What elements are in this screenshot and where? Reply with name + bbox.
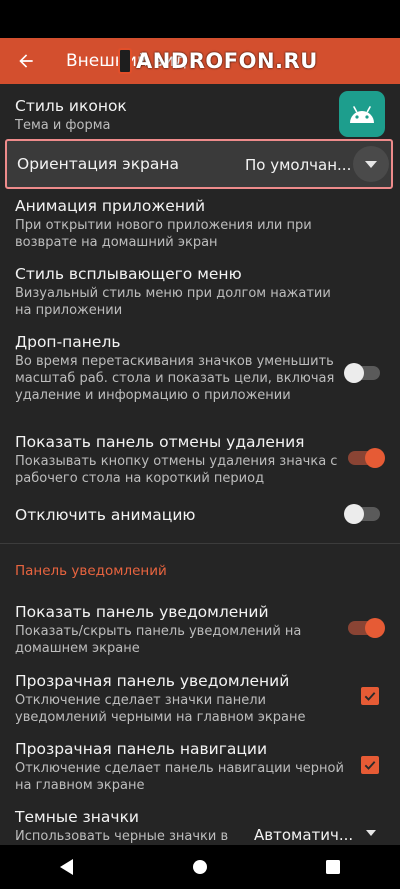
setting-undo-delete-panel[interactable]: Показать панель отмены удаления Показыва… [15, 432, 345, 487]
switch-knob [365, 618, 385, 638]
orientation-value[interactable]: По умолчан... [245, 156, 351, 174]
setting-subtitle: Во время перетаскивания значков уменьшит… [15, 354, 335, 403]
setting-title: Показать панель отмены удаления [15, 433, 305, 451]
switch-knob [365, 448, 385, 468]
arrow-back-icon [19, 54, 33, 68]
check-icon [364, 692, 376, 701]
section-header: Панель уведомлений [15, 563, 167, 579]
android-app-icon[interactable] [339, 91, 385, 137]
dropdown-arrow-icon [365, 160, 377, 168]
nav-home-button[interactable] [170, 845, 230, 889]
nav-recents-button[interactable] [303, 845, 363, 889]
navigation-bar [0, 845, 400, 889]
android-robot-icon [350, 106, 374, 123]
disable-animation-switch[interactable] [344, 504, 380, 524]
setting-subtitle: Тема и форма [15, 118, 111, 133]
setting-title: Стиль иконок [15, 97, 127, 115]
setting-app-animation[interactable]: Анимация приложений При открытии нового … [15, 196, 345, 251]
setting-subtitle: При открытии нового приложения или при в… [15, 218, 312, 250]
setting-popup-menu-style[interactable]: Стиль всплывающего меню Визуальный стиль… [15, 264, 345, 319]
setting-subtitle: Показывать кнопку отмены удаления значка… [15, 454, 338, 486]
setting-title: Показать панель уведомлений [15, 603, 269, 621]
watermark-text: ANDROFON.RU [136, 49, 318, 73]
back-triangle-icon [59, 859, 73, 875]
setting-transparent-navigation-panel[interactable]: Прозрачная панель навигации Отключение с… [15, 739, 345, 794]
notification-panel-switch[interactable] [348, 618, 385, 638]
screen-orientation-setting[interactable]: Ориентация экрана По умолчан... [5, 139, 393, 189]
setting-title: Прозрачная панель уведомлений [15, 672, 290, 690]
check-icon [364, 761, 376, 770]
nav-back-button[interactable] [37, 845, 97, 889]
setting-subtitle: Отключение сделает значки панели уведомл… [15, 693, 306, 725]
setting-show-notification-panel[interactable]: Показать панель уведомлений Показать/скр… [15, 602, 345, 657]
switch-knob [344, 363, 364, 383]
switch-knob [344, 504, 364, 524]
setting-title: Дроп-панель [15, 333, 121, 351]
home-circle-icon [192, 860, 207, 874]
setting-title: Анимация приложений [15, 197, 206, 215]
transparent-notification-checkbox[interactable] [361, 687, 379, 705]
setting-title: Стиль всплывающего меню [15, 265, 242, 283]
setting-disable-animation[interactable]: Отключить анимацию [15, 505, 345, 525]
dropdown-button[interactable] [353, 146, 389, 182]
drop-panel-switch[interactable] [344, 363, 380, 383]
setting-drop-panel[interactable]: Дроп-панель Во время перетаскивания знач… [15, 332, 345, 404]
setting-title: Темные значки [15, 808, 139, 826]
undo-delete-switch[interactable] [348, 448, 385, 468]
watermark: ANDROFON.RU [118, 48, 318, 74]
setting-subtitle: Показать/скрыть панель уведомлений на до… [15, 624, 302, 656]
setting-subtitle: Визуальный стиль меню при долгом нажатии… [15, 286, 331, 318]
setting-icon-style[interactable]: Стиль иконок Тема и форма [15, 96, 345, 134]
section-divider [0, 543, 400, 544]
back-button[interactable] [0, 38, 52, 84]
dark-icons-value[interactable]: Автоматич... [254, 826, 353, 844]
status-bar [0, 0, 400, 38]
setting-title: Прозрачная панель навигации [15, 740, 268, 758]
dropdown-arrow-icon[interactable] [366, 830, 376, 836]
setting-title: Ориентация экрана [17, 155, 180, 173]
phone-logo-icon [118, 48, 132, 74]
setting-subtitle: Отключение сделает панель навигации черн… [15, 761, 344, 793]
recents-square-icon [326, 860, 341, 874]
transparent-navigation-checkbox[interactable] [361, 756, 379, 774]
setting-title: Отключить анимацию [15, 506, 196, 524]
setting-transparent-notification-panel[interactable]: Прозрачная панель уведомлений Отключение… [15, 671, 345, 726]
